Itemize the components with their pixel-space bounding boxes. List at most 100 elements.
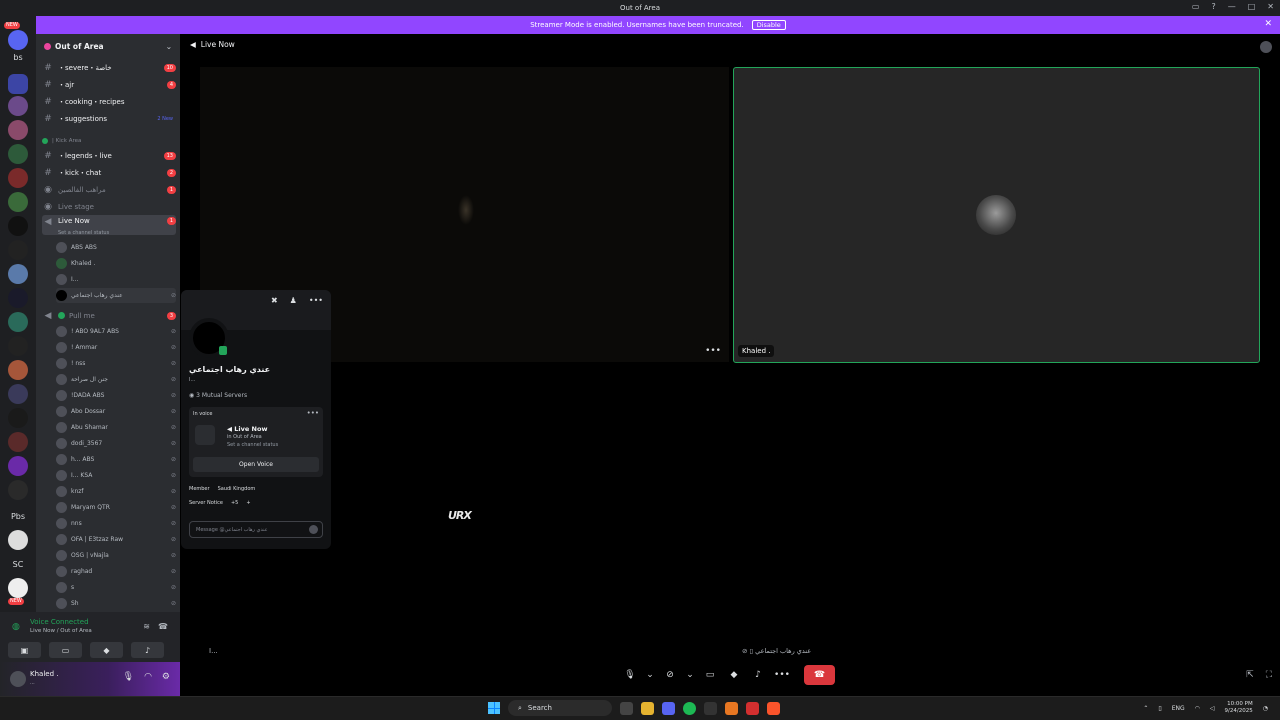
channel-item[interactable]: ◉ مراهب الفالصين 1 <box>42 182 176 197</box>
disconnect-icon[interactable]: ☎ <box>158 622 168 631</box>
open-voice-button[interactable]: Open Voice <box>193 457 319 472</box>
server-icon[interactable] <box>8 530 28 550</box>
server-icon[interactable] <box>8 336 28 356</box>
volume-icon[interactable]: ◁ <box>1210 705 1215 712</box>
brave-icon[interactable] <box>767 701 780 715</box>
voice-user[interactable]: raghad ⊘ <box>56 564 176 579</box>
role-member[interactable]: Member <box>189 486 210 492</box>
server-bs[interactable]: bs <box>0 53 36 62</box>
server-pbs[interactable]: Pbs <box>0 512 36 521</box>
voice-user[interactable]: Abo Dossar ⊘ <box>56 404 176 419</box>
server-icon[interactable] <box>8 432 28 452</box>
more-options-icon[interactable]: ••• <box>705 346 721 356</box>
voice-user[interactable]: I... <box>56 272 176 287</box>
avatar[interactable] <box>10 671 26 687</box>
server-icon[interactable] <box>8 96 28 116</box>
voice-user[interactable]: عندي رهاب اجتماعي ⊘ <box>56 288 176 303</box>
headphones-icon[interactable]: ◠ <box>144 672 152 682</box>
voice-user[interactable]: s ⊘ <box>56 580 176 595</box>
voice-user[interactable]: ! nss ⊘ <box>56 356 176 371</box>
close-banner-icon[interactable]: ✕ <box>1264 19 1272 29</box>
task-view-icon[interactable] <box>620 701 633 715</box>
channel-item[interactable]: # ・suggestions 2 New <box>42 111 176 126</box>
server-icon[interactable] <box>8 408 28 428</box>
soundboard-button[interactable]: ♪ <box>131 642 164 658</box>
voice-status[interactable]: Voice Connected <box>30 618 89 626</box>
more-icon[interactable]: ••• <box>309 296 323 305</box>
start-button[interactable] <box>488 702 500 714</box>
language-indicator[interactable]: ENG <box>1172 705 1185 712</box>
voice-user[interactable]: OSG | vNajla ⊘ <box>56 548 176 563</box>
app-icon[interactable] <box>746 701 759 715</box>
inbox-icon[interactable]: ▭ <box>1192 2 1200 11</box>
server-icon[interactable] <box>8 360 28 380</box>
mutual-servers[interactable]: ◉ 3 Mutual Servers <box>189 392 247 399</box>
screen-share-icon[interactable]: ▭ <box>702 670 718 680</box>
minimize-button[interactable]: — <box>1228 2 1236 11</box>
more-icon[interactable]: ••• <box>774 670 790 680</box>
voice-user[interactable]: جنن ال صراحة ⊘ <box>56 372 176 387</box>
app-icon[interactable] <box>725 701 738 715</box>
voice-user[interactable]: nns ⊘ <box>56 516 176 531</box>
wifi-icon[interactable]: ◠ <box>1195 705 1200 712</box>
mic-icon[interactable]: 🎙︎ <box>123 672 134 682</box>
voice-user[interactable]: OFA | E3tzaz Raw ⊘ <box>56 532 176 547</box>
server-sc[interactable]: SC <box>0 560 36 569</box>
participant-tile[interactable]: Khaled . <box>733 67 1260 363</box>
disconnect-button[interactable]: ☎ <box>804 665 835 685</box>
user-name[interactable]: Khaled . <box>30 670 58 678</box>
server-icon[interactable] <box>8 480 28 500</box>
voice-user[interactable]: Khaled . <box>56 256 176 271</box>
more-roles[interactable]: +5 <box>231 500 238 506</box>
channel-item[interactable]: # ・severe・خاصة 10 <box>42 60 176 75</box>
clock[interactable]: 10:00 PM 9/24/2025 <box>1225 701 1253 715</box>
popout-icon[interactable]: ⇱ <box>1246 670 1254 680</box>
channel-item[interactable]: # ・ajr 4 <box>42 77 176 92</box>
emoji-icon[interactable] <box>309 525 318 534</box>
chevron-down-icon[interactable]: ⌄ <box>646 670 654 680</box>
message-input[interactable]: Message @عندي رهاب اجتماعي <box>189 521 323 538</box>
voice-user[interactable]: knzf ⊘ <box>56 484 176 499</box>
channel-item[interactable]: ◉ Live stage <box>42 199 176 214</box>
voice-location[interactable]: Live Now / Out of Area <box>30 628 92 634</box>
soundboard-icon[interactable]: ♪ <box>750 670 766 680</box>
server-icon[interactable] <box>8 192 28 212</box>
mic-icon[interactable]: ▯ <box>1158 705 1161 712</box>
taskbar-search[interactable]: ⌕ Search <box>508 700 612 716</box>
spotify-icon[interactable] <box>683 701 696 715</box>
server-icon[interactable] <box>8 216 28 236</box>
activity-button[interactable]: ◆ <box>90 642 123 658</box>
server-icon[interactable] <box>8 144 28 164</box>
server-icon[interactable] <box>8 168 28 188</box>
guild-header[interactable]: Out of Area ⌄ <box>36 34 180 58</box>
camera-off-icon[interactable]: ⊘ <box>662 670 678 680</box>
close-button[interactable]: ✕ <box>1267 2 1274 11</box>
voice-user[interactable]: ! ABO 9AL7 ABS ⊘ <box>56 324 176 339</box>
members-icon[interactable] <box>1260 41 1272 53</box>
role-server-notice[interactable]: Server Notice <box>189 500 223 506</box>
notification-icon[interactable]: ◔ <box>1263 705 1268 712</box>
mute-user-icon[interactable]: ✖ <box>271 296 278 305</box>
channel-item[interactable]: # ・kick・chat 2 <box>42 165 176 180</box>
voice-user[interactable]: Maryam QTR ⊘ <box>56 500 176 515</box>
category-kick-area[interactable]: | Kick Area <box>42 133 176 148</box>
fullscreen-icon[interactable]: ⛶ <box>1266 670 1272 680</box>
help-icon[interactable]: ? <box>1211 2 1215 11</box>
voice-user[interactable]: Abu Shamar ⊘ <box>56 420 176 435</box>
disable-button[interactable]: Disable <box>751 20 786 30</box>
server-icon[interactable] <box>8 456 28 476</box>
voice-user[interactable]: I... KSA ⊘ <box>56 468 176 483</box>
activity-icon[interactable]: ◆ <box>726 670 742 680</box>
role-saudi[interactable]: Saudi Kingdom <box>218 486 256 492</box>
voice-user[interactable]: h... ABS ⊘ <box>56 452 176 467</box>
server-icon[interactable] <box>8 312 28 332</box>
add-friend-icon[interactable]: ♟ <box>290 296 297 305</box>
app-icon[interactable] <box>704 701 717 715</box>
voice-user[interactable]: ABS ABS <box>56 240 176 255</box>
channel-item-pull-me[interactable]: ◀ Pull me 3 <box>42 308 176 323</box>
server-icon[interactable] <box>8 264 28 284</box>
server-icon[interactable] <box>8 120 28 140</box>
channel-item[interactable]: # ・cooking・recipes <box>42 94 176 109</box>
server-icon[interactable] <box>8 578 28 598</box>
camera-button[interactable]: ▣ <box>8 642 41 658</box>
